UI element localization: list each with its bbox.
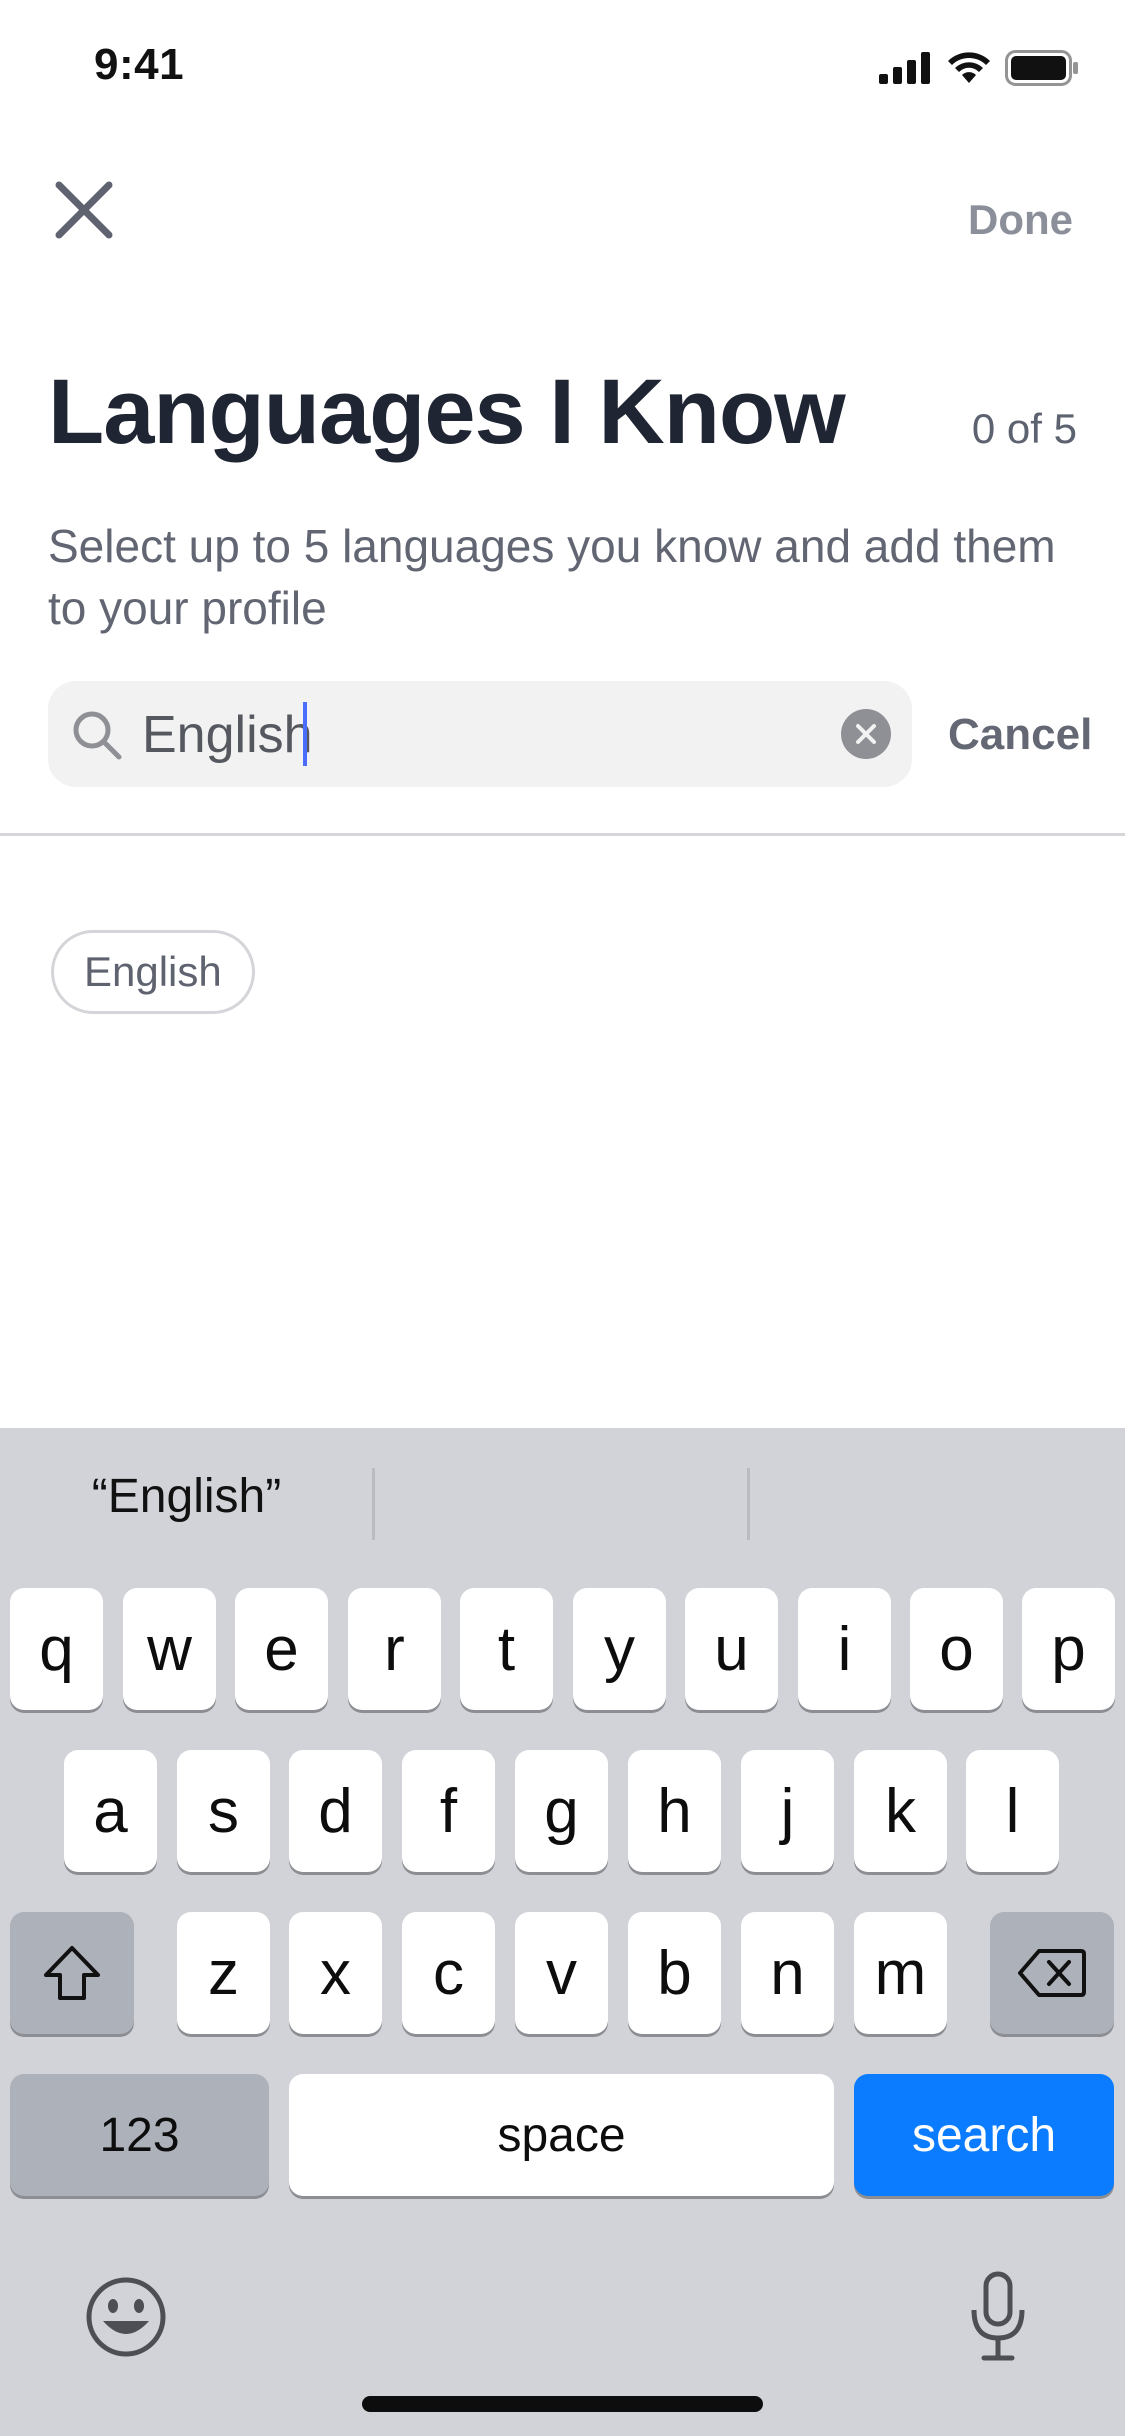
key-l[interactable]: l <box>966 1750 1059 1872</box>
keyboard-suggestion[interactable] <box>375 1448 748 1544</box>
key-m[interactable]: m <box>854 1912 947 2034</box>
key-s[interactable]: s <box>177 1750 270 1872</box>
space-key[interactable]: space <box>289 2074 834 2196</box>
key-i[interactable]: i <box>798 1588 891 1710</box>
divider <box>0 833 1125 836</box>
key-z[interactable]: z <box>177 1912 270 2034</box>
key-r[interactable]: r <box>348 1588 441 1710</box>
key-c[interactable]: c <box>402 1912 495 2034</box>
language-chip[interactable]: English <box>51 930 255 1014</box>
clear-search-button[interactable] <box>841 709 891 759</box>
close-icon <box>55 181 113 239</box>
backspace-key[interactable] <box>990 1912 1114 2034</box>
key-h[interactable]: h <box>628 1750 721 1872</box>
text-cursor <box>303 702 307 766</box>
wifi-icon <box>948 52 990 83</box>
backspace-icon <box>1018 1949 1086 1997</box>
key-j[interactable]: j <box>741 1750 834 1872</box>
battery-icon <box>1005 50 1078 86</box>
key-p[interactable]: p <box>1022 1588 1115 1710</box>
key-w[interactable]: w <box>123 1588 216 1710</box>
key-a[interactable]: a <box>64 1750 157 1872</box>
key-y[interactable]: y <box>573 1588 666 1710</box>
key-g[interactable]: g <box>515 1750 608 1872</box>
key-b[interactable]: b <box>628 1912 721 2034</box>
key-n[interactable]: n <box>741 1912 834 2034</box>
key-x[interactable]: x <box>289 1912 382 2034</box>
key-f[interactable]: f <box>402 1750 495 1872</box>
home-indicator <box>362 2396 763 2412</box>
numbers-key[interactable]: 123 <box>10 2074 269 2196</box>
cellular-signal-icon <box>879 52 930 84</box>
key-e[interactable]: e <box>235 1588 328 1710</box>
key-d[interactable]: d <box>289 1750 382 1872</box>
page-title: Languages I Know <box>48 361 846 463</box>
keyboard-suggestion[interactable] <box>750 1448 1125 1544</box>
clear-icon <box>856 724 876 744</box>
keyboard-suggestion[interactable]: “English” <box>0 1448 373 1544</box>
page-subtitle: Select up to 5 languages you know and ad… <box>48 520 1056 634</box>
search-key[interactable]: search <box>854 2074 1114 2196</box>
status-time: 9:41 <box>94 40 185 89</box>
key-t[interactable]: t <box>460 1588 553 1710</box>
done-button[interactable]: Done <box>968 196 1073 244</box>
search-icon <box>73 711 122 760</box>
emoji-icon[interactable] <box>84 2275 168 2359</box>
search-input[interactable] <box>142 700 822 770</box>
key-q[interactable]: q <box>10 1588 103 1710</box>
key-v[interactable]: v <box>515 1912 608 2034</box>
shift-key[interactable] <box>10 1912 134 2034</box>
close-button[interactable] <box>46 172 122 248</box>
key-u[interactable]: u <box>685 1588 778 1710</box>
status-icons <box>879 48 1079 88</box>
microphone-icon[interactable] <box>966 2270 1030 2366</box>
selection-counter: 0 of 5 <box>971 405 1077 452</box>
cancel-button[interactable]: Cancel <box>948 710 1092 760</box>
key-k[interactable]: k <box>854 1750 947 1872</box>
key-o[interactable]: o <box>910 1588 1003 1710</box>
shift-icon <box>44 1946 100 2000</box>
